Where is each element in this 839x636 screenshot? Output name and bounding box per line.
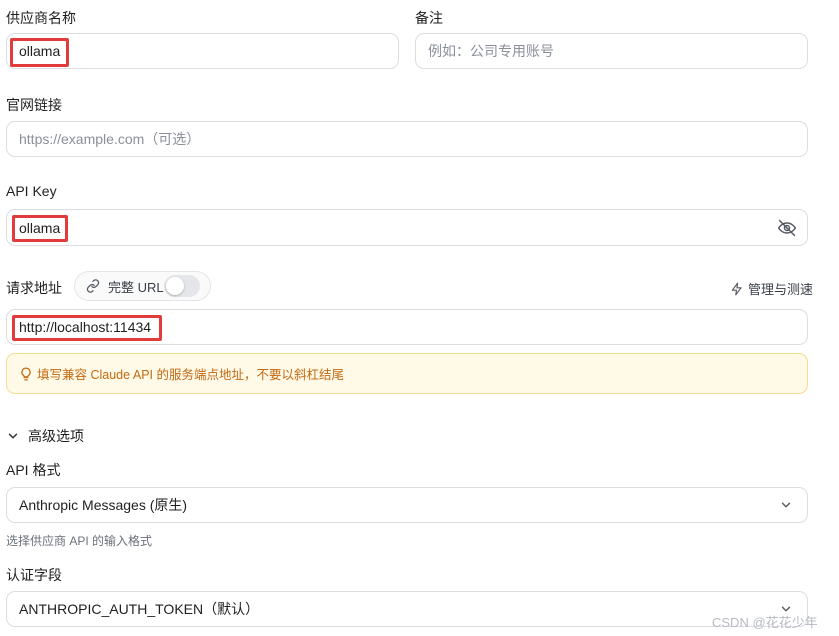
advanced-options-toggle[interactable]: 高级选项 xyxy=(6,426,84,446)
notes-input[interactable]: 例如：公司专用账号 xyxy=(415,33,808,69)
website-placeholder: https://example.com（可选） xyxy=(19,131,201,147)
notice-text: 填写兼容 Claude API 的服务端点地址，不要以斜杠结尾 xyxy=(37,368,344,382)
chevron-down-icon xyxy=(6,429,20,443)
manage-speedtest-label: 管理与测速 xyxy=(748,282,814,297)
lightning-icon xyxy=(730,282,744,296)
provider-name-label: 供应商名称 xyxy=(6,10,76,26)
provider-name-value: ollama xyxy=(19,43,61,59)
api-key-label: API Key xyxy=(6,183,57,199)
endpoint-notice: 填写兼容 Claude API 的服务端点地址，不要以斜杠结尾 xyxy=(6,353,808,394)
full-url-label: 完整 URL xyxy=(108,279,164,295)
provider-name-input[interactable]: ollama xyxy=(6,33,399,69)
notes-placeholder: 例如：公司专用账号 xyxy=(428,43,554,59)
lightbulb-icon xyxy=(19,367,33,381)
full-url-toggle[interactable] xyxy=(164,275,200,297)
api-format-hint: 选择供应商 API 的输入格式 xyxy=(6,534,153,548)
eye-off-icon[interactable] xyxy=(777,218,797,238)
api-format-label: API 格式 xyxy=(6,462,61,478)
watermark: CSDN @花花少年 xyxy=(712,615,818,630)
api-format-selected: Anthropic Messages (原生) xyxy=(19,497,188,513)
chevron-down-icon xyxy=(779,498,793,512)
notes-label: 备注 xyxy=(415,10,443,26)
api-key-value: ollama xyxy=(19,219,61,236)
api-format-select[interactable]: Anthropic Messages (原生) xyxy=(6,487,808,523)
link-icon xyxy=(86,279,100,293)
request-url-value: http://localhost:11434 xyxy=(19,319,152,335)
toggle-knob xyxy=(166,277,184,295)
api-key-input[interactable]: ollama xyxy=(6,209,808,246)
auth-field-label: 认证字段 xyxy=(6,567,62,583)
request-url-input[interactable]: http://localhost:11434 xyxy=(6,309,808,345)
website-label: 官网链接 xyxy=(6,97,62,113)
auth-field-select[interactable]: ANTHROPIC_AUTH_TOKEN（默认） xyxy=(6,591,808,627)
auth-field-selected: ANTHROPIC_AUTH_TOKEN（默认） xyxy=(19,601,260,617)
advanced-options-label: 高级选项 xyxy=(28,428,84,444)
manage-speedtest-button[interactable]: 管理与测速 xyxy=(730,279,813,298)
request-url-label: 请求地址 xyxy=(6,280,62,296)
website-input[interactable]: https://example.com（可选） xyxy=(6,121,808,157)
